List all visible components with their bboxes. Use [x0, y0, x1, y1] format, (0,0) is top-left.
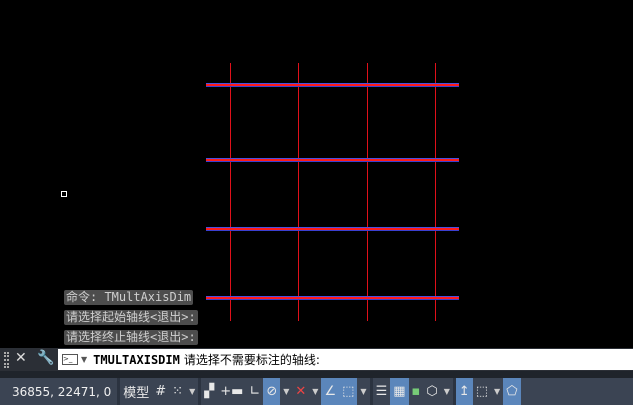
chevron-down-icon[interactable]: ▼ [280, 387, 292, 396]
status-bar: 36855, 22471, 0 模型 # ⁙ ▼ ▞ +▬ ∟ ⊘ ▼ ✕ ▼ … [0, 378, 633, 405]
drawing-canvas[interactable]: 命令: TMultAxisDim 请选择起始轴线<退出>: 请选择终止轴线<退出… [0, 0, 633, 348]
dynamic-input-icon[interactable]: +▬ [217, 378, 246, 405]
gizmo-icon[interactable]: ⬠ [503, 378, 521, 405]
polar-tracking-icon[interactable]: ⊘ [263, 378, 281, 405]
axis-line-vertical[interactable] [435, 63, 436, 321]
infer-constraints-icon[interactable]: ▞ [201, 378, 217, 405]
axis-line-vertical[interactable] [367, 63, 368, 321]
axis-line-horizontal-selected[interactable] [206, 83, 459, 87]
command-prompt-icon[interactable]: >_ [62, 354, 78, 365]
chevron-down-icon[interactable]: ▼ [186, 387, 198, 396]
command-line: ✕ 🔧 >_ ▼ TMULTAXISDIM 请选择不需要标注的轴线: [0, 348, 633, 371]
object-snap-tracking-icon[interactable]: ∠ [321, 378, 340, 405]
command-history-line: 请选择起始轴线<退出>: [64, 310, 198, 325]
drag-handle[interactable] [4, 352, 9, 368]
axis-line-vertical[interactable] [230, 63, 231, 321]
lineweight-icon[interactable]: ☰ [373, 378, 391, 405]
chevron-down-icon[interactable]: ▼ [441, 387, 453, 396]
chevron-down-icon[interactable]: ▼ [357, 387, 369, 396]
command-prompt: 请选择不需要标注的轴线: [183, 353, 320, 367]
grid-icon[interactable]: # [152, 378, 169, 405]
3d-object-snap-icon[interactable]: ⬡ [423, 378, 440, 405]
selection-filter-icon[interactable]: ⬚ [473, 378, 491, 405]
command-input[interactable]: >_ ▼ TMULTAXISDIM 请选择不需要标注的轴线: [58, 349, 633, 370]
axis-line-horizontal-selected[interactable] [206, 227, 459, 231]
model-space-button[interactable]: 模型 [120, 378, 152, 405]
chevron-down-icon[interactable]: ▼ [81, 355, 87, 364]
command-history-line: 请选择终止轴线<退出>: [64, 330, 198, 345]
coordinates-readout: 36855, 22471, 0 [12, 384, 112, 399]
axis-line-horizontal-selected[interactable] [206, 296, 459, 300]
command-history-line: 命令: TMultAxisDim [64, 290, 194, 305]
transparency-icon[interactable]: ▦ [390, 378, 409, 405]
wrench-icon[interactable]: 🔧 [37, 350, 54, 366]
object-snap-icon[interactable]: ⬚ [339, 378, 358, 405]
snap-icon[interactable]: ⁙ [169, 378, 186, 405]
axis-line-horizontal-selected[interactable] [206, 158, 459, 162]
chevron-down-icon[interactable]: ▼ [491, 387, 503, 396]
axis-line-vertical[interactable] [298, 63, 299, 321]
selection-cycling-icon[interactable]: ▪ [409, 378, 424, 405]
chevron-down-icon[interactable]: ▼ [309, 387, 321, 396]
dynamic-ucs-icon[interactable]: ↥ [455, 378, 473, 405]
pickbox-cursor [61, 191, 67, 197]
isometric-drafting-icon[interactable]: ✕ [292, 378, 309, 405]
ortho-icon[interactable]: ∟ [246, 378, 263, 405]
command-name: TMULTAXISDIM [93, 352, 180, 367]
close-icon[interactable]: ✕ [15, 350, 27, 366]
